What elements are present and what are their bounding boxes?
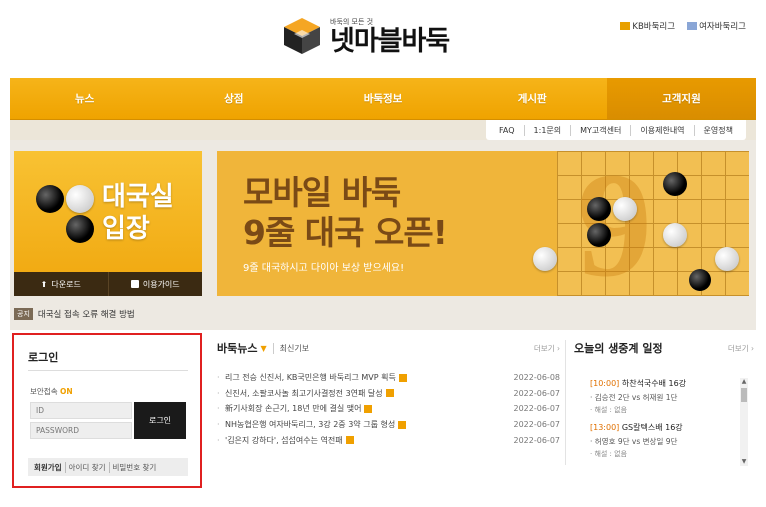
nav-baduk-info[interactable]: 바둑정보 xyxy=(308,78,457,119)
news-item[interactable]: · 신진서, 소팔코사놀 최고기사결정전 3연패 달성 2022-06-07 xyxy=(217,386,560,402)
black-stone-icon xyxy=(689,269,711,291)
banner-headline: 모바일 바둑 9줄 대국 오픈! xyxy=(243,173,448,252)
schedule-scrollbar[interactable]: ▲ ▼ xyxy=(740,378,748,466)
scroll-down-icon[interactable]: ▼ xyxy=(740,458,748,466)
new-badge-icon xyxy=(345,436,354,445)
site-logo[interactable]: 바둑의 모든 것 넷마블바둑 xyxy=(282,16,450,57)
black-stone-icon xyxy=(587,197,611,221)
news-panel: 바둑뉴스 ▼ 최신기보 더보기 › · 리그 전승 신진서, KB국민은행 바둑리… xyxy=(217,340,560,448)
signup-link[interactable]: 회원가입 xyxy=(31,462,65,473)
guide-icon xyxy=(130,280,139,288)
white-stone-icon xyxy=(715,247,739,271)
new-badge-icon xyxy=(385,389,394,398)
scroll-thumb[interactable] xyxy=(741,388,747,402)
notice-link[interactable]: 공지 대국실 접속 오류 해결 방법 xyxy=(14,308,135,320)
subnav-policy[interactable]: 운영정책 xyxy=(693,124,742,136)
news-title[interactable]: 바둑뉴스 xyxy=(217,340,257,356)
nav-support[interactable]: 고객지원 xyxy=(606,78,757,119)
guide-button[interactable]: 이용가이드 xyxy=(109,272,203,296)
schedule-more-link[interactable]: 더보기 › xyxy=(728,343,754,354)
subnav-restrictions[interactable]: 이용제한내역 xyxy=(630,124,693,136)
new-badge-icon xyxy=(398,373,407,382)
id-input[interactable]: ID xyxy=(30,402,132,419)
find-id-link[interactable]: 아이디 찾기 xyxy=(64,461,109,473)
white-stone-icon xyxy=(663,223,687,247)
subnav-my-center[interactable]: MY고객센터 xyxy=(570,124,630,136)
latest-games-tab[interactable]: 최신기보 xyxy=(272,342,309,354)
login-button[interactable]: 로그인 xyxy=(134,402,186,439)
schedule-item[interactable]: [10:00] 하찬석국수배 16강 · 김승전 2단 vs 허재원 1단 · … xyxy=(590,378,738,415)
password-input[interactable]: PASSWORD xyxy=(30,422,132,439)
womens-league-link[interactable]: 여자바둑리그 xyxy=(687,20,746,32)
logo-cube-icon xyxy=(282,16,322,56)
womens-league-icon xyxy=(687,22,698,30)
kb-league-link[interactable]: KB바둑리그 xyxy=(620,20,675,32)
new-badge-icon xyxy=(364,404,373,413)
news-item[interactable]: · 리그 전승 신진서, KB국민은행 바둑리그 MVP 획득 2022-06-08 xyxy=(217,370,560,386)
game-room-entry[interactable]: 대국실 입장 ⬆ 다운로드 이용가이드 xyxy=(14,151,202,296)
login-panel: 로그인 보안접속 ON ID PASSWORD 로그인 회원가입 아이디 찾기 … xyxy=(12,333,202,488)
main-nav: 뉴스 상점 바둑정보 게시판 고객지원 xyxy=(10,78,757,120)
divider xyxy=(565,340,566,465)
subnav: FAQ 1:1문의 MY고객센터 이용제한내역 운영정책 xyxy=(486,120,746,140)
scroll-up-icon[interactable]: ▲ xyxy=(740,378,748,386)
news-item[interactable]: · 新기사회장 손근기, 18년 만에 결실 맺어 2022-06-07 xyxy=(217,401,560,417)
logo-title: 넷마블바둑 xyxy=(330,25,450,57)
find-password-link[interactable]: 비밀번호 찾기 xyxy=(108,461,160,473)
news-more-link[interactable]: 더보기 › xyxy=(534,343,560,354)
download-icon: ⬆ xyxy=(40,279,48,289)
nav-board[interactable]: 게시판 xyxy=(458,78,607,119)
black-stone-icon xyxy=(663,172,687,196)
white-stone-icon xyxy=(613,197,637,221)
login-links: 회원가입 아이디 찾기 비밀번호 찾기 xyxy=(28,458,188,476)
new-badge-icon xyxy=(398,420,407,429)
news-list: · 리그 전승 신진서, KB국민은행 바둑리그 MVP 획득 2022-06-08… xyxy=(217,370,560,448)
schedule-title: 오늘의 생중계 일정 xyxy=(574,342,663,355)
divider xyxy=(28,370,188,371)
promo-banner[interactable]: 9 모바일 바둑 9줄 대국 오픈! 9줄 대국하시고 다이아 보상 받으세요! xyxy=(217,151,749,296)
download-button[interactable]: ⬆ 다운로드 xyxy=(14,272,109,296)
banner-number: 9 xyxy=(577,151,652,296)
news-item[interactable]: · '김은지 강하다', 섭섭여수는 역전패 2022-06-07 xyxy=(217,432,560,448)
white-stone-icon xyxy=(533,247,557,271)
game-room-title: 대국실 입장 xyxy=(102,182,174,244)
subnav-inquiry[interactable]: 1:1문의 xyxy=(523,124,571,136)
notice-tag: 공지 xyxy=(14,308,33,320)
schedule-list: [10:00] 하찬석국수배 16강 · 김승전 2단 vs 허재원 1단 · … xyxy=(590,378,738,466)
logo-tagline: 바둑의 모든 것 xyxy=(330,17,374,26)
black-stone-icon xyxy=(587,223,611,247)
banner-subtitle: 9줄 대국하시고 다이아 보상 받으세요! xyxy=(243,263,405,274)
top-links: KB바둑리그 여자바둑리그 xyxy=(620,20,746,32)
nav-news[interactable]: 뉴스 xyxy=(10,78,159,119)
live-schedule-panel: 오늘의 생중계 일정 더보기 › [10:00] 하찬석국수배 16강 · 김승… xyxy=(574,340,754,470)
kb-league-icon xyxy=(620,22,631,30)
schedule-item[interactable]: [13:00] GS칼텍스배 16강 · 허영호 9단 vs 변상일 9단 · … xyxy=(590,422,738,459)
chevron-down-icon[interactable]: ▼ xyxy=(260,344,266,353)
notice-text: 대국실 접속 오류 해결 방법 xyxy=(37,310,135,320)
go-stones-icon xyxy=(36,179,96,247)
news-item[interactable]: · NH농협은행 여자바둑리그, 3강 2중 3약 그룹 형성 2022-06-07 xyxy=(217,417,560,433)
nav-shop[interactable]: 상점 xyxy=(159,78,308,119)
login-title: 로그인 xyxy=(28,351,59,364)
secure-connection-toggle[interactable]: 보안접속 ON xyxy=(30,386,73,397)
subnav-faq[interactable]: FAQ xyxy=(490,126,524,135)
game-room-buttons: ⬆ 다운로드 이용가이드 xyxy=(14,272,202,296)
subnav-bar: FAQ 1:1문의 MY고객센터 이용제한내역 운영정책 xyxy=(10,120,756,140)
